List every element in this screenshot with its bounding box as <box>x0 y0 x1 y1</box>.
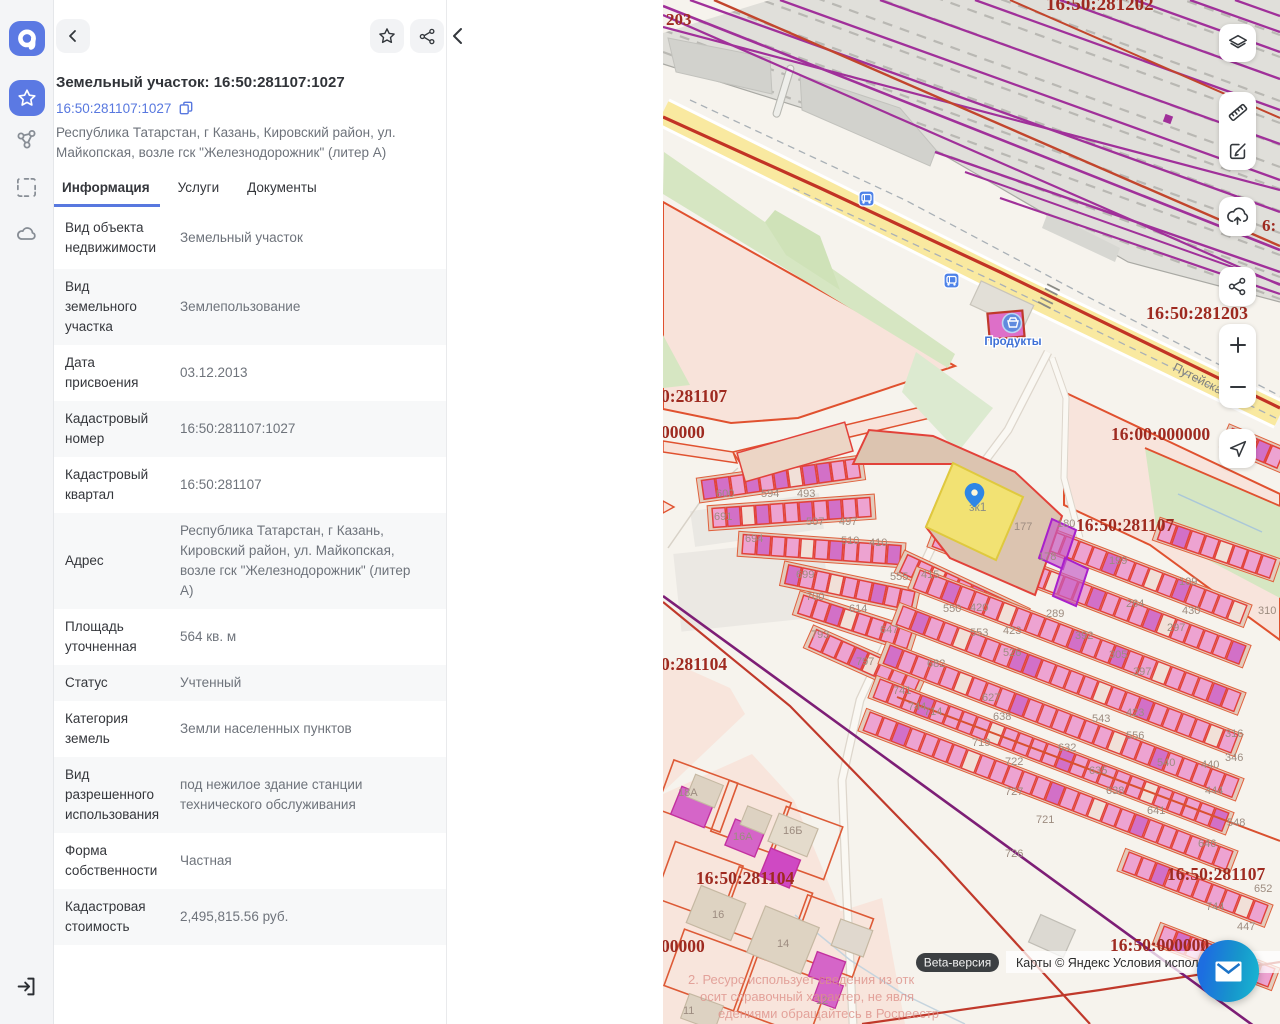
svg-text:744: 744 <box>1206 901 1224 913</box>
svg-text:638: 638 <box>1106 785 1124 797</box>
svg-text:497: 497 <box>839 516 857 528</box>
svg-text:594: 594 <box>761 488 779 500</box>
svg-text:едениями обращайтесь в Росреес: едениями обращайтесь в Росреестр <box>718 1006 939 1021</box>
svg-text:Продукты: Продукты <box>984 336 1041 348</box>
svg-text:550: 550 <box>943 603 961 615</box>
svg-text:Beta-версия: Beta-версия <box>924 956 991 970</box>
svg-text:719: 719 <box>972 737 990 749</box>
svg-text:2. Ресурс использует сведения: 2. Ресурс использует сведения из отк <box>688 972 914 987</box>
svg-text:440: 440 <box>1201 759 1219 771</box>
svg-text:316: 316 <box>1225 728 1243 740</box>
svg-text:614: 614 <box>849 603 867 615</box>
svg-text:726: 726 <box>1005 848 1023 860</box>
svg-text:600: 600 <box>716 488 734 500</box>
svg-text:305: 305 <box>1109 649 1127 661</box>
svg-text:осит справочный характер, не я: осит справочный характер, не явля <box>700 989 914 1004</box>
svg-text:178: 178 <box>1038 551 1056 563</box>
svg-text:447: 447 <box>1237 921 1255 933</box>
svg-text:11: 11 <box>683 1005 694 1017</box>
svg-text:109: 109 <box>1179 576 1197 588</box>
svg-text:16: 16 <box>712 909 724 921</box>
svg-text:553: 553 <box>970 627 988 639</box>
svg-text:16:50:281107: 16:50:281107 <box>1076 515 1174 535</box>
svg-text:16:00:000000: 16:00:000000 <box>1111 424 1210 444</box>
svg-text:721: 721 <box>1036 814 1054 826</box>
svg-text:199: 199 <box>1109 555 1127 567</box>
svg-text:203: 203 <box>666 10 692 29</box>
svg-text:6:: 6: <box>1262 216 1276 235</box>
svg-text:646: 646 <box>1198 838 1216 850</box>
svg-text:682: 682 <box>927 658 945 670</box>
svg-text:297: 297 <box>1167 622 1185 634</box>
svg-text:526: 526 <box>1003 647 1021 659</box>
svg-text:00000: 00000 <box>663 936 705 956</box>
svg-text:555: 555 <box>890 571 908 583</box>
svg-text:0:281107: 0:281107 <box>663 386 727 406</box>
svg-text:Карты © Яндекс: Карты © Яндекс <box>1016 956 1110 970</box>
svg-text:699: 699 <box>796 569 814 581</box>
svg-text:430: 430 <box>1182 605 1200 617</box>
svg-text:0:281104: 0:281104 <box>663 654 727 674</box>
svg-text:420: 420 <box>970 602 988 614</box>
svg-text:741: 741 <box>893 685 911 697</box>
svg-text:714: 714 <box>924 706 942 718</box>
svg-text:00000: 00000 <box>663 422 705 442</box>
svg-text:397: 397 <box>1133 666 1151 678</box>
svg-text:627: 627 <box>982 692 1000 704</box>
svg-text:548: 548 <box>1227 817 1245 829</box>
svg-text:727: 727 <box>1005 786 1023 798</box>
svg-text:638: 638 <box>993 711 1011 723</box>
svg-text:635: 635 <box>1089 765 1107 777</box>
svg-text:632: 632 <box>1058 742 1076 754</box>
svg-text:392: 392 <box>1075 630 1093 642</box>
svg-text:797: 797 <box>856 656 874 668</box>
svg-text:510: 510 <box>841 535 859 547</box>
svg-text:507: 507 <box>806 516 824 528</box>
svg-text:180: 180 <box>1057 518 1075 530</box>
svg-text:793: 793 <box>811 629 829 641</box>
svg-text:346: 346 <box>1225 752 1243 764</box>
svg-text:16А: 16А <box>733 831 753 843</box>
svg-text:289: 289 <box>1046 608 1064 620</box>
svg-text:16:50:281202: 16:50:281202 <box>1046 0 1154 15</box>
svg-text:415: 415 <box>921 569 939 581</box>
svg-text:16:50:281203: 16:50:281203 <box>1146 303 1248 323</box>
svg-text:16:50:281104: 16:50:281104 <box>696 868 794 888</box>
svg-text:641: 641 <box>1147 805 1165 817</box>
svg-text:722: 722 <box>1005 756 1023 768</box>
svg-text:493: 493 <box>797 488 815 500</box>
svg-text:444: 444 <box>1205 785 1223 797</box>
svg-text:744: 744 <box>908 701 926 713</box>
svg-text:14: 14 <box>777 938 789 950</box>
svg-text:177: 177 <box>1014 521 1032 533</box>
svg-text:423: 423 <box>1126 707 1144 719</box>
svg-text:694: 694 <box>745 533 763 545</box>
svg-text:16Б: 16Б <box>783 825 802 837</box>
svg-text:652: 652 <box>1254 883 1272 895</box>
svg-text:310: 310 <box>1258 605 1276 617</box>
svg-text:543: 543 <box>1092 713 1110 725</box>
svg-text:423: 423 <box>1003 625 1021 637</box>
svg-text:264: 264 <box>1126 598 1144 610</box>
svg-text:647: 647 <box>880 624 898 636</box>
svg-text:18А: 18А <box>678 787 698 799</box>
svg-text:540: 540 <box>1157 757 1175 769</box>
svg-text:700: 700 <box>806 591 824 603</box>
svg-text:691: 691 <box>714 511 732 523</box>
svg-text:556: 556 <box>1126 730 1144 742</box>
svg-text:410: 410 <box>869 537 887 549</box>
svg-text:16:50:281107: 16:50:281107 <box>1167 864 1265 884</box>
